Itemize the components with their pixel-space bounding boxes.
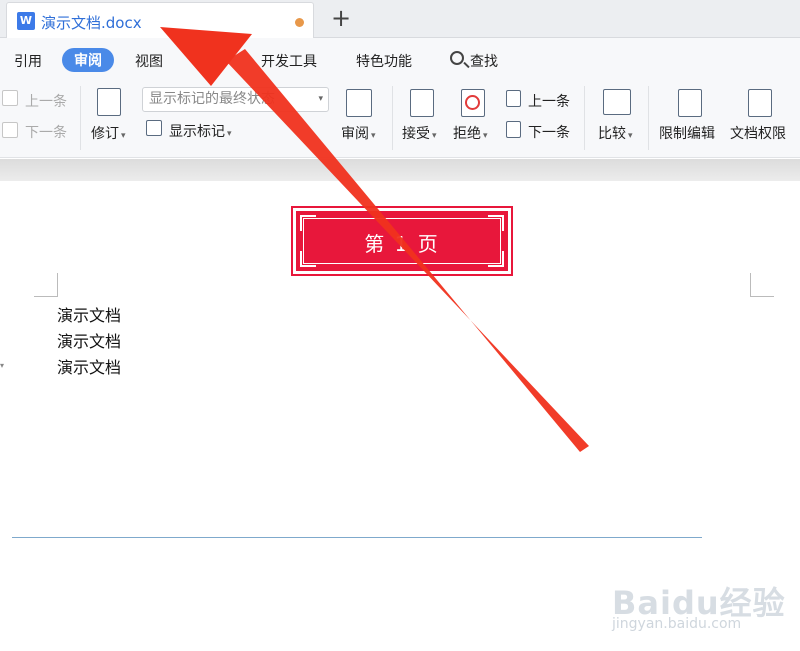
page-number-label: 第 1 页 <box>364 232 440 256</box>
accept-icon <box>410 89 434 117</box>
prev-comment-button[interactable]: 上一条 <box>25 91 67 111</box>
toolbar-separator <box>584 86 585 150</box>
prev-change-icon <box>506 90 521 107</box>
track-changes-icon <box>97 88 121 116</box>
track-changes-button[interactable]: 修订 ▾ <box>91 123 126 143</box>
menu-review[interactable]: 审阅 <box>62 48 114 72</box>
toolbar-separator <box>392 86 393 150</box>
next-comment-button[interactable]: 下一条 <box>25 122 67 142</box>
doc-permissions-icon <box>748 89 772 117</box>
margin-corner-marker <box>750 273 774 297</box>
doc-permissions-button[interactable]: 文档权限 <box>730 123 786 143</box>
new-tab-button[interactable]: + <box>331 4 351 32</box>
markup-display-select[interactable]: 显示标记的最终状态 ▾ <box>142 87 329 112</box>
review-pane-icon <box>346 89 372 117</box>
document-text-line[interactable]: 演示文档 <box>57 302 121 326</box>
toolbar-separator <box>648 86 649 150</box>
markup-display-value: 显示标记的最终状态 <box>149 91 275 107</box>
menu-developer-tools[interactable]: 开发工具 <box>261 51 317 71</box>
menu-section[interactable]: 章节 <box>197 51 225 71</box>
baidu-watermark-url: jingyan.baidu.com <box>612 616 742 632</box>
page-number-badge: 第 1 页 <box>291 206 513 276</box>
toolbar-separator <box>80 86 81 150</box>
document-tab-title: 演示文档.docx <box>41 14 142 32</box>
chevron-down-icon: ▾ <box>318 94 323 104</box>
compare-icon <box>603 89 631 115</box>
prev-comment-icon <box>2 90 18 106</box>
reject-button[interactable]: 拒绝 ▾ <box>453 123 488 143</box>
menu-special-features[interactable]: 特色功能 <box>356 51 412 71</box>
menu-search[interactable]: 查找 <box>470 51 498 71</box>
search-icon[interactable] <box>450 51 464 65</box>
document-tab[interactable]: W 演示文档.docx <box>6 2 314 38</box>
document-text-line[interactable]: 演示文档 <box>57 354 121 378</box>
restrict-edit-button[interactable]: 限制编辑 <box>659 123 715 143</box>
next-comment-icon <box>2 122 18 138</box>
page-gap <box>0 159 800 181</box>
review-toolbar: 上一条 下一条 修订 ▾ 显示标记的最终状态 ▾ 显示标记 ▾ 审阅 ▾ 接受 ▾ 拒绝… <box>0 80 800 158</box>
compare-button[interactable]: 比较 ▾ <box>598 123 633 143</box>
margin-corner-marker <box>34 273 58 297</box>
page-divider-line <box>12 537 702 538</box>
menu-bar: 引用 审阅 视图 章节 开发工具 特色功能 查找 <box>0 38 800 80</box>
unsaved-dot-icon <box>295 18 304 27</box>
accept-button[interactable]: 接受 ▾ <box>402 123 437 143</box>
prev-change-button[interactable]: 上一条 <box>528 91 570 111</box>
restrict-edit-lock-icon <box>678 89 702 117</box>
document-text-line[interactable]: 演示文档 <box>57 328 121 352</box>
tab-bar: W 演示文档.docx + <box>0 0 800 38</box>
menu-view[interactable]: 视图 <box>135 51 163 71</box>
next-change-button[interactable]: 下一条 <box>528 122 570 142</box>
show-markup-icon <box>146 120 162 136</box>
reject-icon <box>465 95 480 110</box>
word-doc-icon: W <box>17 12 35 30</box>
next-change-icon <box>506 121 521 138</box>
show-markup-button[interactable]: 显示标记 ▾ <box>169 121 232 141</box>
paragraph-marker-icon: ▾ <box>0 361 5 370</box>
review-pane-button[interactable]: 审阅 ▾ <box>341 123 376 143</box>
menu-references[interactable]: 引用 <box>14 51 42 71</box>
